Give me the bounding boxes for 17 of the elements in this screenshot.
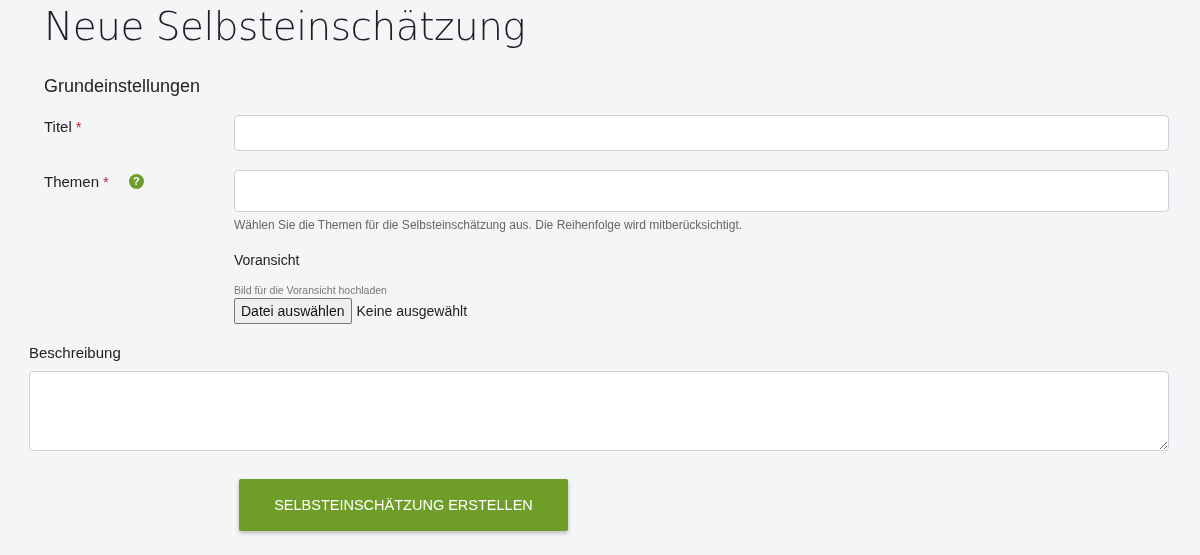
preview-label: Voransicht [234,252,301,268]
required-mark: * [75,118,82,135]
choose-file-button[interactable]: Datei auswählen [234,298,352,324]
upload-hint: Bild für die Voransicht hochladen [234,284,388,296]
field-label: Titel [44,118,72,135]
help-icon[interactable]: ? [128,174,144,189]
tag-input-field[interactable] [234,170,1169,212]
field-hint: Wählen Sie die Themen für die Selbsteinschätzung aus. Die Reihenfolge wird mitberücksichtigt. [234,218,744,232]
section-title: Grundeinstellungen [44,75,202,98]
file-status: Keine ausgewählt [356,303,468,319]
description-field[interactable] [29,371,1169,451]
field-label: Beschreibung [29,344,122,361]
submit-button[interactable]: SELBSTEINSCHÄTZUNG ERSTELLEN [239,479,568,531]
input-field[interactable] [234,115,1169,151]
required-mark: * [103,173,109,190]
field-label: Themen [44,173,100,190]
page-title: Neue Selbsteinschätzung [44,4,527,50]
